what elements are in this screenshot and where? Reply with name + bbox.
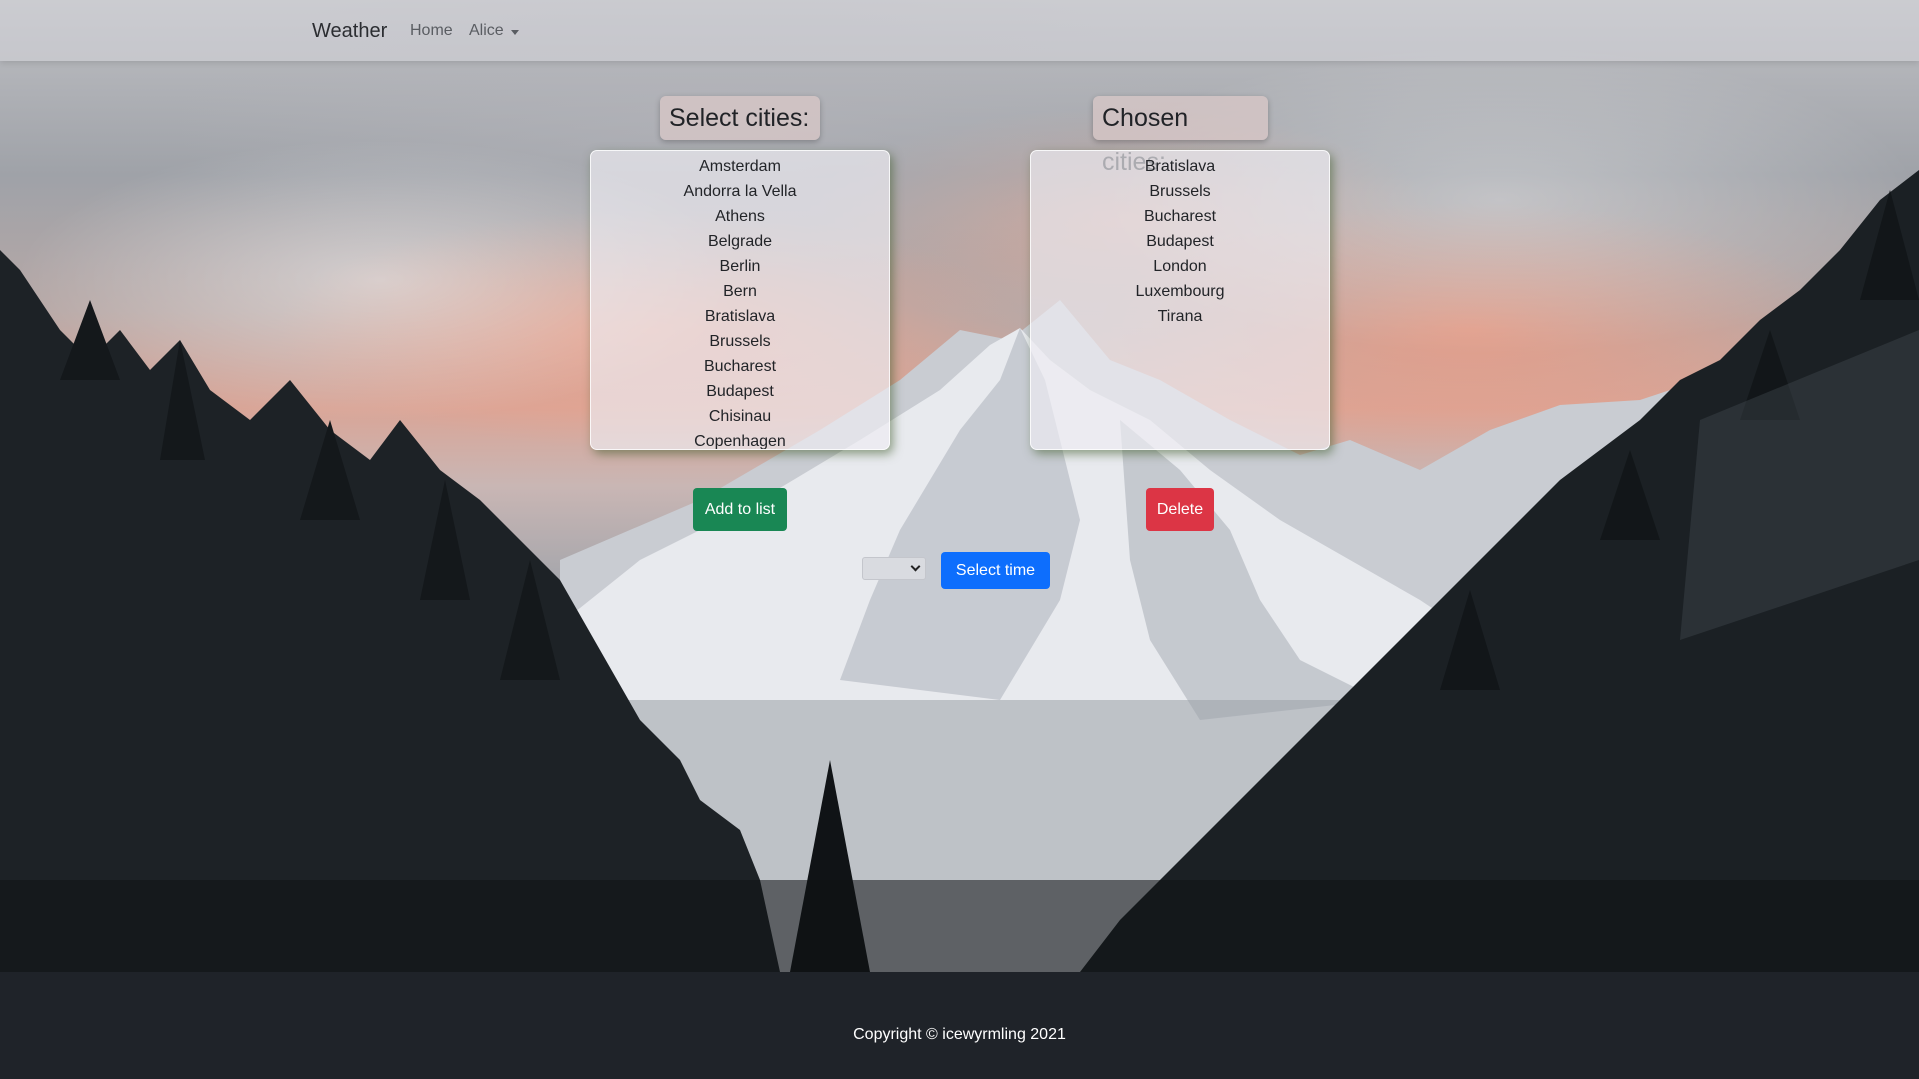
nav-home-link[interactable]: Home [410, 22, 453, 40]
background-scene [0, 0, 1919, 972]
select-cities-list[interactable]: Amsterdam Andorra la Vella Athens Belgrade B… [590, 150, 890, 450]
navbar-brand[interactable]: Weather [312, 20, 387, 43]
city-option[interactable]: Chisinau [591, 406, 889, 431]
add-to-list-button[interactable]: Add to list [693, 488, 787, 531]
chosen-city-option[interactable]: Bucharest [1031, 206, 1329, 231]
chosen-city-option[interactable]: Budapest [1031, 231, 1329, 256]
chosen-cities-heading: Chosen cities: [1093, 96, 1268, 176]
city-option[interactable]: Brussels [591, 331, 889, 356]
city-option[interactable]: Bratislava [591, 306, 889, 331]
city-option[interactable]: Belgrade [591, 231, 889, 256]
chevron-down-icon [910, 561, 921, 572]
delete-button[interactable]: Delete [1146, 488, 1214, 531]
city-option[interactable]: Bern [591, 281, 889, 306]
nav-user-dropdown[interactable]: Alice [469, 22, 504, 40]
time-select[interactable] [862, 557, 926, 580]
chosen-city-option[interactable]: Luxembourg [1031, 281, 1329, 306]
city-option[interactable]: Berlin [591, 256, 889, 281]
caret-down-icon[interactable] [511, 30, 519, 35]
city-option[interactable]: Andorra la Vella [591, 181, 889, 206]
city-option[interactable]: Copenhagen [591, 431, 889, 449]
chosen-city-option[interactable]: Bratislava [1031, 156, 1329, 181]
city-option[interactable]: Amsterdam [591, 156, 889, 181]
city-option[interactable]: Budapest [591, 381, 889, 406]
city-option[interactable]: Athens [591, 206, 889, 231]
select-time-button[interactable]: Select time [941, 552, 1050, 589]
copyright-text: Copyright © icewyrmling 2021 [853, 1026, 1066, 1043]
ground-shadow [0, 880, 1919, 972]
mountain-landscape [0, 170, 1919, 972]
chosen-city-option[interactable]: Brussels [1031, 181, 1329, 206]
navbar: Weather Home Alice [0, 0, 1919, 61]
chosen-city-option[interactable]: London [1031, 256, 1329, 281]
city-option[interactable]: Bucharest [591, 356, 889, 381]
footer: Copyright © icewyrmling 2021 [0, 972, 1919, 1079]
select-cities-options: Amsterdam Andorra la Vella Athens Belgrade B… [591, 151, 889, 449]
chosen-city-option[interactable]: Tirana [1031, 306, 1329, 331]
select-cities-heading: Select cities: [660, 96, 820, 140]
chosen-cities-list[interactable]: Bratislava Brussels Bucharest Budapest Londo… [1030, 150, 1330, 450]
chosen-cities-options: Bratislava Brussels Bucharest Budapest Londo… [1031, 151, 1329, 331]
